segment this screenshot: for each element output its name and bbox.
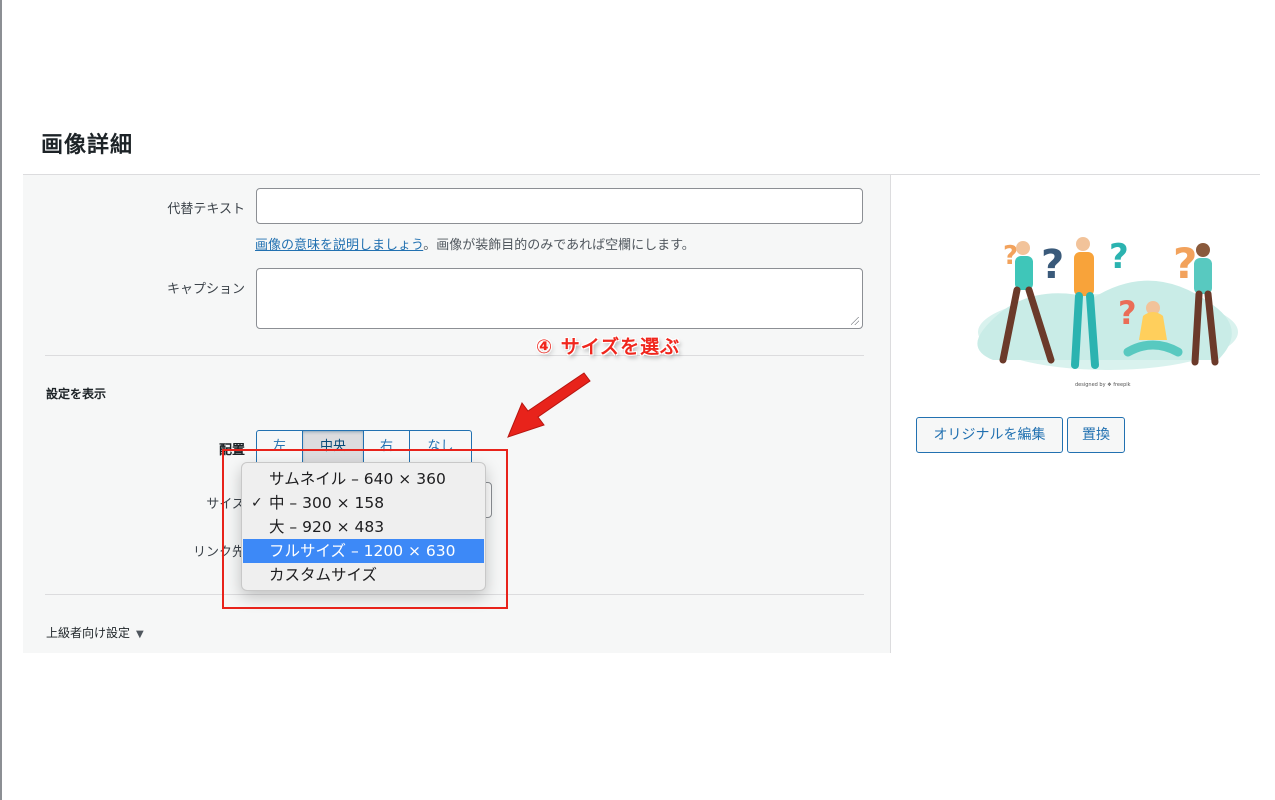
- window-edge: [0, 0, 2, 800]
- annotation-highlight-box: [222, 449, 508, 609]
- svg-text:?: ?: [1109, 237, 1129, 277]
- alt-text-help: 画像の意味を説明しましょう。画像が装飾目的のみであれば空欄にします。: [255, 234, 695, 253]
- caption-textarea[interactable]: [256, 268, 863, 329]
- alignment-label: 配置: [218, 443, 245, 458]
- svg-text:?: ?: [1041, 242, 1064, 288]
- resize-grip-icon[interactable]: [851, 317, 859, 325]
- edit-original-button[interactable]: オリジナルを編集: [916, 417, 1063, 453]
- svg-text:?: ?: [1173, 239, 1197, 288]
- advanced-settings-label: 上級者向け設定: [46, 626, 131, 640]
- replace-button[interactable]: 置換: [1067, 417, 1125, 453]
- preview-credit: designed by ❖ freepik: [1075, 382, 1131, 388]
- triangle-down-icon: ▼: [136, 629, 144, 640]
- section-divider: [45, 355, 864, 356]
- alt-text-help-link[interactable]: 画像の意味を説明しましょう: [255, 238, 423, 253]
- size-label: サイズ: [206, 497, 245, 512]
- annotation-arrow-icon: [507, 372, 591, 438]
- advanced-settings-toggle[interactable]: 上級者向け設定 ▼: [46, 624, 144, 641]
- alt-text-input[interactable]: [256, 188, 863, 224]
- annotation-label: ④ サイズを選ぶ: [536, 336, 681, 358]
- alt-text-label: 代替テキスト: [167, 202, 245, 217]
- link-to-label: リンク先: [192, 545, 245, 560]
- attachment-image-preview: ? ? ? ? ? designed by ❖ freepik: [977, 237, 1238, 388]
- page-title: 画像詳細: [41, 133, 134, 158]
- display-settings-heading: 設定を表示: [46, 387, 107, 401]
- svg-text:?: ?: [1118, 294, 1137, 332]
- alt-text-help-rest: 。画像が装飾目的のみであれば空欄にします。: [423, 238, 695, 253]
- caption-label: キャプション: [166, 282, 245, 297]
